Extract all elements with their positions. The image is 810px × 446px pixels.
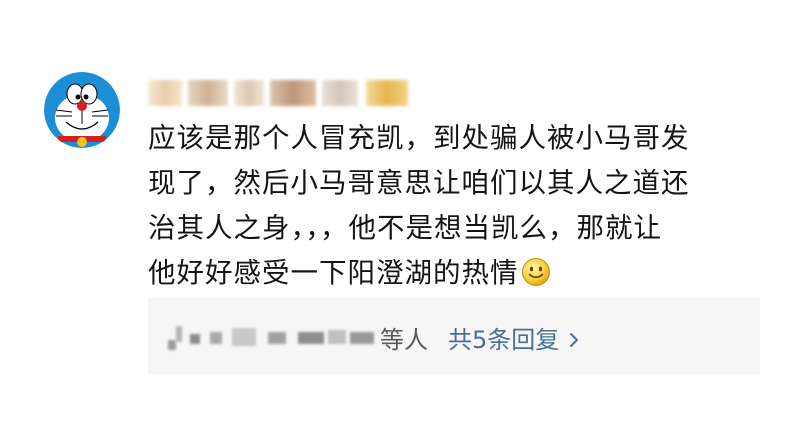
comment-line: 应该是那个人冒充凯，到处骗人被小马哥发	[148, 122, 690, 154]
comment-line: 治其人之身，，，他不是想当凯么，那就让	[148, 212, 662, 244]
comment-line: 现了，然后小马哥意思让咱们以其人之道还	[148, 167, 690, 199]
blur-segment	[268, 332, 286, 344]
comment-text: 应该是那个人冒充凯，到处骗人被小马哥发 现了，然后小马哥意思让咱们以其人之道还 …	[148, 116, 778, 296]
blur-segment	[366, 80, 408, 106]
replies-box[interactable]: 等人 共5条回复	[148, 298, 760, 374]
reply-names-blurred	[168, 322, 378, 352]
smiley-emoji-icon	[521, 258, 550, 286]
doraemon-avatar-icon	[44, 72, 120, 148]
blur-segment	[270, 80, 316, 106]
blur-segment	[210, 332, 222, 344]
blur-segment	[176, 326, 182, 342]
user-avatar[interactable]	[44, 72, 120, 148]
blur-segment	[188, 80, 228, 106]
comment-line: 他好好感受一下阳澄湖的热情	[148, 251, 778, 296]
blur-segment	[232, 328, 256, 346]
blur-segment	[148, 80, 182, 106]
reply-users-suffix: 等人	[380, 326, 428, 354]
reply-count-label: 共5条回复	[448, 326, 560, 354]
comment-card: 应该是那个人冒充凯，到处骗人被小马哥发 现了，然后小马哥意思让咱们以其人之道还 …	[0, 0, 810, 446]
blur-segment	[168, 340, 176, 350]
chevron-right-icon	[570, 333, 579, 347]
username-blurred[interactable]	[148, 80, 418, 108]
blur-segment	[298, 332, 324, 344]
blur-segment	[190, 334, 200, 344]
blur-segment	[322, 80, 358, 106]
comment-line-text: 他好好感受一下阳澄湖的热情	[148, 257, 519, 289]
view-replies-link[interactable]: 共5条回复	[448, 320, 579, 355]
blur-segment	[328, 330, 346, 344]
blur-segment	[350, 332, 374, 344]
blur-segment	[234, 80, 264, 106]
